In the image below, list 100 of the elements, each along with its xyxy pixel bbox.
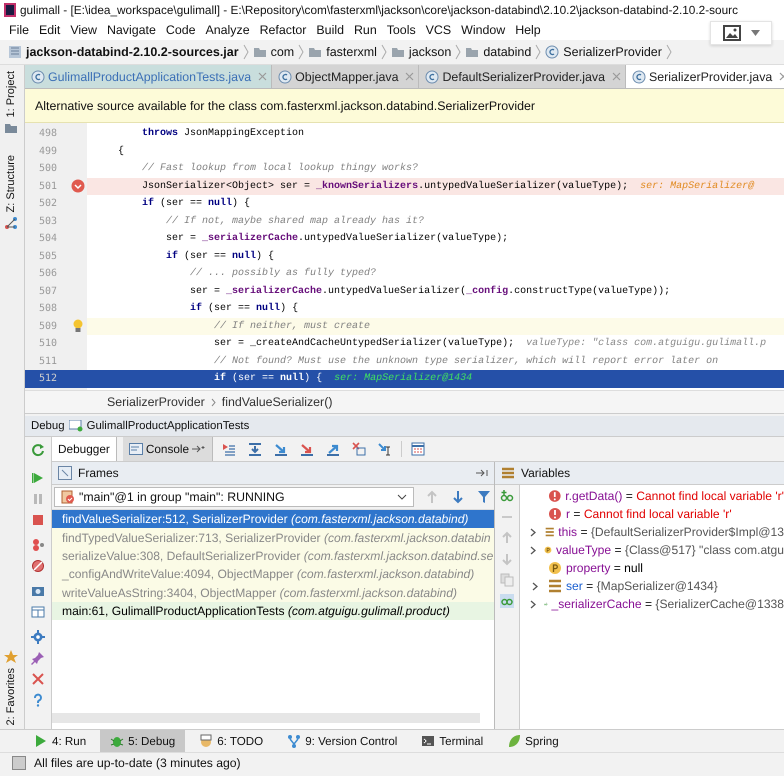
breadcrumb-item[interactable]: com — [270, 45, 294, 59]
line-number: 510 — [38, 337, 58, 352]
camera-icon[interactable] — [31, 584, 45, 598]
horizontal-scrollbar[interactable] — [52, 713, 480, 723]
help-icon[interactable] — [31, 693, 45, 707]
thread-dropdown[interactable]: "main"@1 in group "main": RUNNING — [54, 487, 414, 507]
stack-frame[interactable]: findValueSerializer:512, SerializerProvider (com.fasterxml.jackson.databind) — [52, 510, 494, 528]
show-execution-point-icon[interactable] — [222, 442, 236, 456]
mute-breakpoints-icon[interactable] — [31, 559, 45, 573]
add-watch-icon[interactable] — [500, 489, 514, 503]
tool-window-button[interactable]: 9: Version Control — [277, 730, 408, 752]
breadcrumb-item[interactable]: databind — [483, 45, 532, 59]
menu-item[interactable]: Code — [160, 23, 200, 37]
tool-window-button[interactable]: Terminal — [411, 730, 494, 752]
variable-entry[interactable]: valueType = {Class@517} "class com.atgu — [556, 543, 784, 557]
tool-window-tab[interactable]: 2: Favorites — [5, 668, 17, 726]
menu-item[interactable]: Navigate — [102, 23, 161, 37]
step-into-icon[interactable] — [274, 442, 288, 456]
breadcrumb-item[interactable]: jackson-databind-2.10.2-sources.jar — [26, 45, 239, 59]
menu-item[interactable]: Tools — [382, 23, 421, 37]
line-number: 499 — [38, 144, 58, 159]
code-line: throws JsonMappingException — [141, 128, 304, 140]
watches-icon[interactable] — [500, 594, 514, 608]
menu-item[interactable]: Analyze — [200, 23, 255, 37]
menu-item[interactable]: View — [65, 23, 102, 37]
tool-window-button[interactable]: 4: Run — [24, 730, 96, 752]
variable-entry[interactable]: r = Cannot find local variable 'r' — [566, 507, 732, 521]
pin-tab-icon — [192, 445, 206, 453]
layout-icon[interactable] — [31, 605, 45, 619]
filter-icon[interactable] — [477, 490, 491, 504]
class-icon — [545, 45, 560, 59]
menu-item[interactable]: VCS — [420, 23, 456, 37]
code-editor[interactable] — [25, 123, 784, 390]
breadcrumb-item[interactable]: findValueSerializer() — [222, 395, 332, 409]
step-out-icon[interactable] — [326, 442, 340, 456]
settings-icon[interactable] — [31, 630, 45, 644]
class-icon — [632, 70, 646, 84]
pin-icon[interactable] — [31, 651, 45, 665]
editor-tab[interactable]: ObjectMapper.java — [272, 65, 420, 88]
tool-window-button[interactable]: 6: TODO — [189, 730, 274, 752]
inline-value-hint: valueType: "class com.atguigu.gulimall.p — [526, 338, 766, 350]
evaluate-icon[interactable] — [411, 442, 426, 456]
tool-window-tab[interactable]: Z: Structure — [5, 155, 17, 212]
close-icon[interactable] — [31, 672, 45, 686]
debugger-tab[interactable]: Console — [122, 437, 214, 461]
notification-text: Alternative source available for the class com.fasterxml.jackson.databind.SerializerProvider — [35, 98, 535, 112]
down-arrow-icon[interactable] — [451, 490, 465, 504]
breakpoints-icon[interactable] — [31, 538, 45, 552]
breadcrumb-item[interactable]: SerializerProvider — [107, 395, 205, 409]
tool-window-button[interactable]: 5: Debug — [100, 730, 186, 752]
code-line: ser = _serializerCache.untypedValueSerializer(_config.constructType(valueType)); — [189, 286, 670, 297]
tool-window-tab[interactable]: 1: Project — [5, 71, 17, 118]
breakpoint-icon[interactable] — [70, 179, 84, 194]
debugger-tab[interactable]: Debugger — [52, 437, 117, 461]
variable-entry[interactable]: this = {DefaultSerializerProvider$Impl@13 — [558, 525, 784, 539]
editor-tab[interactable]: SerializerProvider.java — [626, 65, 784, 88]
menu-item[interactable]: Edit — [34, 23, 66, 37]
line-number: 508 — [38, 302, 58, 316]
tool-window-button[interactable]: Spring — [497, 730, 569, 752]
status-icon[interactable] — [12, 756, 26, 770]
folder-icon — [308, 45, 322, 59]
lightbulb-icon[interactable] — [72, 319, 84, 334]
drop-frame-icon[interactable] — [352, 442, 366, 456]
menu-item[interactable]: Refactor — [254, 23, 312, 37]
run-to-cursor-icon[interactable] — [378, 442, 392, 456]
run-config-name[interactable]: GulimallProductApplicationTests — [86, 420, 250, 432]
variable-entry[interactable]: property = null — [566, 561, 643, 575]
resume-icon[interactable] — [31, 471, 45, 485]
archive-icon — [8, 45, 22, 59]
menu-item[interactable]: File — [4, 23, 34, 37]
stop-icon[interactable] — [31, 513, 45, 527]
menu-item[interactable]: Help — [510, 23, 546, 37]
line-number: 509 — [38, 320, 58, 334]
menu-item[interactable]: Build — [311, 23, 349, 37]
variable-entry[interactable]: r.getData() = Cannot find local variable 'r' — [565, 489, 784, 503]
breadcrumb-item[interactable]: jackson — [408, 45, 452, 59]
class-icon — [425, 70, 440, 84]
stack-frame[interactable]: main:61, GulimallProductApplicationTests (com.atguigu.gulimall.product) — [52, 602, 494, 620]
rerun-icon[interactable] — [31, 443, 45, 457]
line-number: 500 — [38, 162, 58, 176]
close-icon[interactable] — [258, 72, 268, 81]
code-line: // Not found? Must use the unknown type serializer, which will report error later on — [213, 356, 718, 367]
code-line: // ... possibly as fully typed? — [189, 268, 376, 280]
panel-title: Variables — [521, 466, 570, 480]
editor-tab[interactable]: DefaultSerializerProvider.java — [419, 65, 626, 88]
step-over-icon[interactable] — [248, 442, 262, 456]
variables-icon — [501, 467, 515, 479]
arrow-icon[interactable] — [476, 469, 488, 477]
variable-entry[interactable]: _serializerCache = {SerializerCache@1338 — [552, 597, 784, 611]
image-button[interactable] — [710, 21, 772, 45]
breadcrumb-item[interactable]: fasterxml — [326, 45, 377, 59]
breadcrumb-item[interactable]: SerializerProvider — [563, 45, 662, 59]
editor-tab[interactable]: GulimallProductApplicationTests.java — [25, 65, 272, 88]
menu-item[interactable]: Run — [348, 23, 382, 37]
variable-entry[interactable]: ser = {MapSerializer@1434} — [566, 579, 718, 593]
code-line: ser = _createAndCacheUntypedSerializer(valueType); — [213, 338, 514, 350]
code-line: // If not, maybe shared map already has it? — [165, 216, 424, 227]
force-step-into-icon[interactable] — [300, 442, 314, 456]
line-number: 503 — [38, 214, 58, 229]
menu-item[interactable]: Window — [456, 23, 510, 37]
